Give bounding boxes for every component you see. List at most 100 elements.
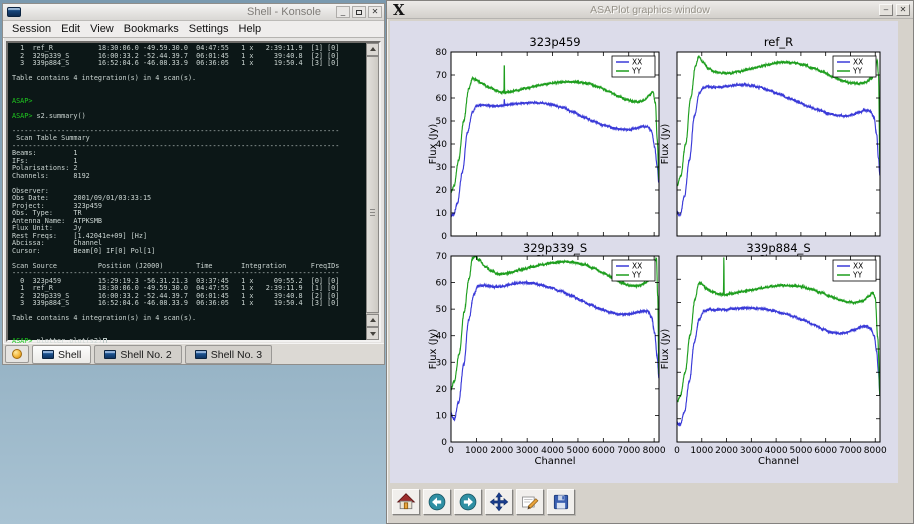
plot-titlebar[interactable]: X ASAPlot graphics window – ✕ — [387, 1, 913, 19]
konsole-tabbar: Shell Shell No. 2 Shell No. 3 — [3, 343, 384, 364]
chart-svg: 01020304050607080Flux (Jy)ChannelXXYYFlu… — [390, 21, 898, 483]
menu-edit[interactable]: Edit — [56, 22, 85, 36]
svg-text:Flux (Jy): Flux (Jy) — [660, 124, 671, 165]
maximize-icon — [356, 10, 362, 15]
svg-text:339p884_S: 339p884_S — [746, 241, 810, 255]
svg-text:4000: 4000 — [541, 446, 564, 456]
konsole-titlebar[interactable]: Shell - Konsole _ ✕ — [3, 4, 384, 21]
plot-toolbar — [392, 489, 575, 515]
plot-canvas: 01020304050607080Flux (Jy)ChannelXXYYFlu… — [390, 21, 898, 483]
close-button[interactable]: ✕ — [368, 6, 382, 18]
svg-text:5000: 5000 — [789, 446, 812, 456]
svg-text:6000: 6000 — [814, 446, 837, 456]
svg-text:10: 10 — [436, 411, 448, 421]
menu-help[interactable]: Help — [234, 22, 267, 36]
svg-text:XX: XX — [853, 58, 863, 67]
minimize-button[interactable]: _ — [336, 6, 350, 18]
tab-shell-3-label: Shell No. 3 — [211, 349, 262, 361]
back-button[interactable] — [423, 489, 451, 515]
plot-body: 01020304050607080Flux (Jy)ChannelXXYYFlu… — [388, 19, 912, 522]
svg-text:YY: YY — [852, 271, 863, 280]
terminal-text: 1 ref_R 18:30:06.0 -49.59.30.0 04:47:55 … — [12, 45, 339, 345]
svg-text:70: 70 — [436, 71, 448, 81]
svg-text:XX: XX — [632, 58, 642, 67]
forward-button[interactable] — [454, 489, 482, 515]
arrow-down-icon — [370, 332, 376, 336]
back-arrow-icon — [427, 492, 447, 512]
subplots-button[interactable] — [516, 489, 544, 515]
menu-bookmarks[interactable]: Bookmarks — [119, 22, 184, 36]
scroll-slider[interactable] — [366, 56, 379, 313]
svg-text:4000: 4000 — [765, 446, 788, 456]
svg-text:329p339_S: 329p339_S — [523, 241, 587, 255]
konsole-title: Shell - Konsole — [247, 6, 321, 18]
svg-text:8000: 8000 — [643, 446, 666, 456]
scroll-down-button[interactable] — [366, 327, 379, 340]
svg-text:10: 10 — [436, 209, 448, 219]
svg-text:60: 60 — [436, 279, 448, 289]
arrow-up-icon — [370, 318, 376, 322]
svg-text:0: 0 — [441, 232, 447, 242]
svg-text:XX: XX — [853, 262, 863, 271]
svg-text:20: 20 — [436, 186, 448, 196]
slider-grip — [370, 215, 375, 216]
new-session-button[interactable] — [5, 345, 29, 363]
svg-text:5000: 5000 — [567, 446, 590, 456]
plot-window-title: ASAPlot graphics window — [387, 4, 913, 16]
svg-text:8000: 8000 — [864, 446, 887, 456]
maximize-button[interactable] — [352, 6, 366, 18]
asaplot-window: X ASAPlot graphics window – ✕ 0102030405… — [386, 0, 914, 524]
scroll-up-button-bottom[interactable] — [366, 314, 379, 327]
svg-text:Channel: Channel — [758, 456, 799, 467]
svg-text:Flux (Jy): Flux (Jy) — [428, 124, 439, 165]
tab-shell-label: Shell — [58, 349, 81, 361]
tab-shell-3[interactable]: Shell No. 3 — [185, 345, 272, 364]
move-cross-icon — [489, 492, 509, 512]
shell-icon — [104, 350, 116, 359]
svg-text:YY: YY — [631, 67, 642, 76]
menu-settings[interactable]: Settings — [184, 22, 234, 36]
save-button[interactable] — [547, 489, 575, 515]
shell-icon — [195, 350, 207, 359]
home-button[interactable] — [392, 489, 420, 515]
tab-shell-2-label: Shell No. 2 — [120, 349, 171, 361]
tab-shell-2[interactable]: Shell No. 2 — [94, 345, 181, 364]
svg-text:70: 70 — [436, 252, 448, 262]
save-floppy-icon — [551, 492, 571, 512]
new-session-icon — [12, 349, 22, 359]
svg-text:50: 50 — [436, 305, 448, 315]
scroll-up-button[interactable] — [366, 43, 379, 56]
home-icon — [396, 492, 416, 512]
svg-text:ref_R: ref_R — [764, 35, 793, 49]
svg-text:60: 60 — [436, 94, 448, 104]
svg-text:XX: XX — [632, 262, 642, 271]
konsole-menubar: Session Edit View Bookmarks Settings Hel… — [3, 21, 384, 38]
svg-text:1000: 1000 — [690, 446, 713, 456]
shell-icon — [42, 350, 54, 359]
menu-view[interactable]: View — [85, 22, 119, 36]
pan-button[interactable] — [485, 489, 513, 515]
svg-text:6000: 6000 — [592, 446, 615, 456]
svg-text:80: 80 — [436, 48, 448, 58]
plot-close-button[interactable]: ✕ — [896, 4, 910, 16]
svg-text:Flux (Jy): Flux (Jy) — [428, 329, 439, 370]
forward-arrow-icon — [458, 492, 478, 512]
svg-text:0: 0 — [441, 438, 447, 448]
tab-shell[interactable]: Shell — [32, 345, 91, 364]
terminal-scrollbar[interactable] — [366, 43, 379, 340]
arrow-up-icon — [370, 47, 376, 51]
edit-subplots-icon — [520, 492, 540, 512]
svg-text:YY: YY — [852, 67, 863, 76]
svg-text:323p459: 323p459 — [529, 35, 580, 49]
svg-text:Flux (Jy): Flux (Jy) — [660, 329, 671, 370]
svg-text:2000: 2000 — [715, 446, 738, 456]
konsole-window-icon — [7, 7, 21, 17]
svg-text:Channel: Channel — [534, 456, 575, 467]
svg-text:7000: 7000 — [617, 446, 640, 456]
svg-text:2000: 2000 — [490, 446, 513, 456]
menu-session[interactable]: Session — [7, 22, 56, 36]
terminal[interactable]: 1 ref_R 18:30:06.0 -49.59.30.0 04:47:55 … — [6, 41, 381, 342]
plot-minimize-button[interactable]: – — [879, 4, 893, 16]
svg-text:3000: 3000 — [516, 446, 539, 456]
svg-text:7000: 7000 — [839, 446, 862, 456]
